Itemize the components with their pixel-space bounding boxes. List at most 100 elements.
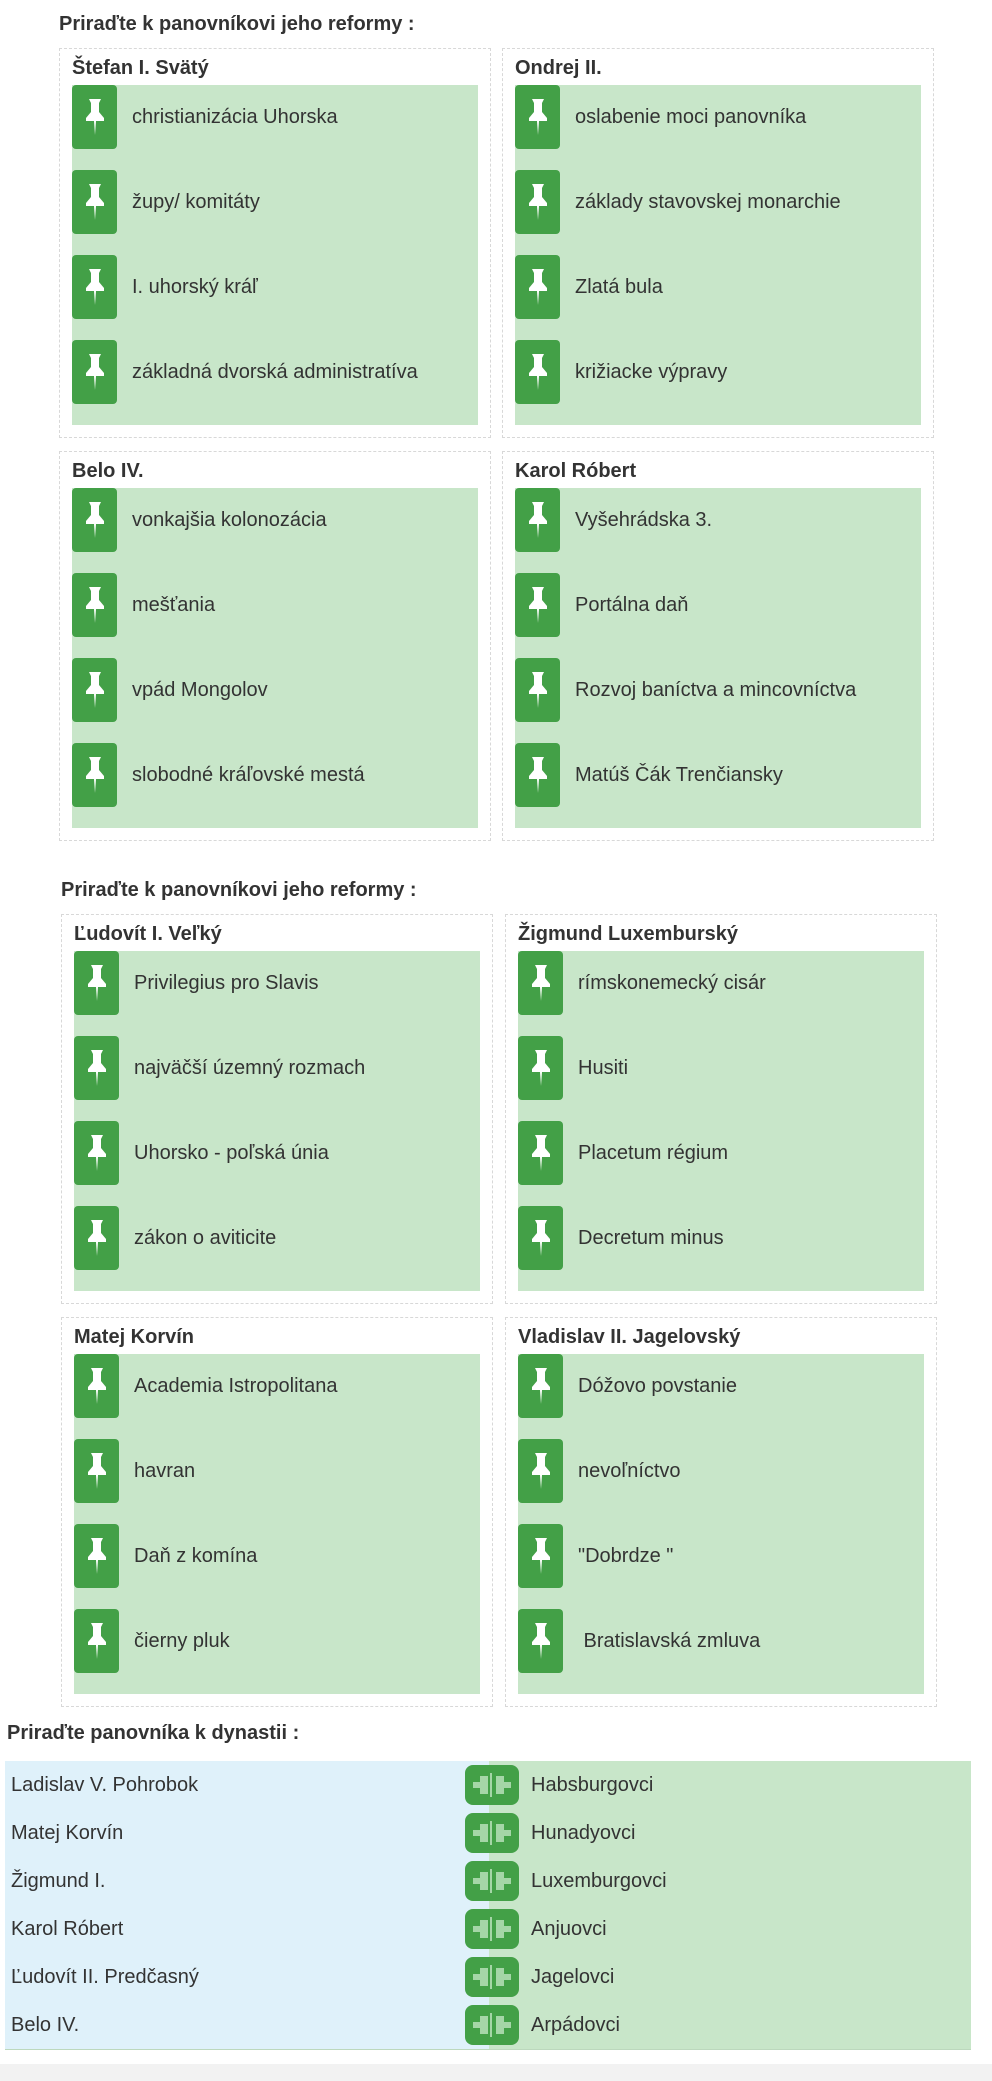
list-item[interactable]: slobodné kráľovské mestá	[72, 743, 478, 807]
drop-zone[interactable]: rímskonemecký cisár Husiti Placetum régi…	[518, 951, 924, 1291]
drop-zone[interactable]: Vyšehrádska 3. Portálna daň Rozvoj baníc…	[515, 488, 921, 828]
list-item[interactable]: Placetum régium	[518, 1121, 924, 1185]
table-row[interactable]: Karol Róbert Anjuovci	[5, 1905, 971, 1954]
list-item[interactable]: "Dobrdze "	[518, 1524, 924, 1588]
item-label: čierny pluk	[134, 1630, 230, 1652]
ruler-name: Ľudovít II. Predčasný	[11, 1966, 199, 1988]
pin-icon[interactable]	[515, 658, 560, 722]
drop-zone[interactable]: christianizácia Uhorska župy/ komitáty I…	[72, 85, 478, 425]
pin-icon[interactable]	[72, 85, 117, 149]
drop-zone[interactable]: Privilegius pro Slavis najväčší územný r…	[74, 951, 480, 1291]
pin-icon[interactable]	[72, 340, 117, 404]
table-row[interactable]: Ľudovít II. Predčasný Jagelovci	[5, 1953, 971, 2002]
list-item[interactable]: základná dvorská administratíva	[72, 340, 478, 404]
list-item[interactable]: oslabenie moci panovníka	[515, 85, 921, 149]
group-matej: Matej Korvín Academia Istropolitana havr…	[61, 1317, 493, 1707]
list-item[interactable]: Academia Istropolitana	[74, 1354, 480, 1418]
list-item[interactable]: Rozvoj baníctva a mincovníctva	[515, 658, 921, 722]
pin-icon[interactable]	[74, 1121, 119, 1185]
pin-icon[interactable]	[518, 951, 563, 1015]
list-item[interactable]: Uhorsko - poľská únia	[74, 1121, 480, 1185]
item-label: Placetum régium	[578, 1142, 729, 1164]
pin-icon[interactable]	[515, 340, 560, 404]
pin-icon[interactable]	[515, 85, 560, 149]
pin-icon[interactable]	[74, 1206, 119, 1270]
list-item[interactable]: čierny pluk	[74, 1609, 480, 1673]
pin-icon[interactable]	[518, 1036, 563, 1100]
item-label: Privilegius pro Slavis	[134, 972, 319, 994]
pin-icon[interactable]	[518, 1524, 563, 1588]
plug-icon[interactable]	[465, 1813, 519, 1853]
pin-icon[interactable]	[515, 743, 560, 807]
plug-icon[interactable]	[465, 1861, 519, 1901]
pin-icon[interactable]	[74, 1439, 119, 1503]
list-item[interactable]: Decretum minus	[518, 1206, 924, 1270]
pin-icon[interactable]	[518, 1206, 563, 1270]
list-item[interactable]: Husiti	[518, 1036, 924, 1100]
drop-zone[interactable]: vonkajšia kolonozácia mešťania vpád Mong…	[72, 488, 478, 828]
pin-icon[interactable]	[518, 1609, 563, 1673]
pin-icon[interactable]	[72, 255, 117, 319]
drop-zone[interactable]: Academia Istropolitana havran Daň z komí…	[74, 1354, 480, 1694]
list-item[interactable]: Vyšehrádska 3.	[515, 488, 921, 552]
list-item[interactable]: Daň z komína	[74, 1524, 480, 1588]
pin-icon[interactable]	[74, 1524, 119, 1588]
list-item[interactable]: najväčší územný rozmach	[74, 1036, 480, 1100]
pin-icon[interactable]	[72, 573, 117, 637]
plug-icon[interactable]	[465, 2005, 519, 2045]
list-item[interactable]: Dóžovo povstanie	[518, 1354, 924, 1418]
list-item[interactable]: Privilegius pro Slavis	[74, 951, 480, 1015]
pin-icon[interactable]	[518, 1439, 563, 1503]
pin-icon[interactable]	[515, 488, 560, 552]
drop-zone[interactable]: Dóžovo povstanie nevoľníctvo "Dobrdze " …	[518, 1354, 924, 1694]
item-label: Zlatá bula	[575, 276, 663, 298]
drop-zone[interactable]: oslabenie moci panovníka základy stavovs…	[515, 85, 921, 425]
pin-icon[interactable]	[74, 1609, 119, 1673]
list-item[interactable]: župy/ komitáty	[72, 170, 478, 234]
pin-icon[interactable]	[72, 743, 117, 807]
pin-icon[interactable]	[518, 1354, 563, 1418]
plug-icon[interactable]	[465, 1765, 519, 1805]
list-item[interactable]: mešťania	[72, 573, 478, 637]
table-row[interactable]: Belo IV. Arpádovci	[5, 2001, 971, 2050]
item-label: slobodné kráľovské mestá	[132, 764, 365, 786]
list-item[interactable]: nevoľníctvo	[518, 1439, 924, 1503]
list-item[interactable]: christianizácia Uhorska	[72, 85, 478, 149]
list-item[interactable]: Bratislavská zmluva	[518, 1609, 924, 1673]
pin-icon[interactable]	[515, 170, 560, 234]
group-name: Žigmund Luxemburský	[518, 923, 739, 945]
list-item[interactable]: križiacke výpravy	[515, 340, 921, 404]
plug-icon[interactable]	[465, 1957, 519, 1997]
list-item[interactable]: I. uhorský kráľ	[72, 255, 478, 319]
item-label: Decretum minus	[578, 1227, 724, 1249]
pin-icon[interactable]	[515, 255, 560, 319]
list-item[interactable]: zákon o aviticite	[74, 1206, 480, 1270]
list-item[interactable]: Portálna daň	[515, 573, 921, 637]
list-item[interactable]: vonkajšia kolonozácia	[72, 488, 478, 552]
dynasty-name: Hunadyovci	[531, 1822, 636, 1844]
table-row[interactable]: Matej Korvín Hunadyovci	[5, 1809, 971, 1858]
list-item[interactable]: základy stavovskej monarchie	[515, 170, 921, 234]
pin-icon[interactable]	[518, 1121, 563, 1185]
table-row[interactable]: Žigmund I. Luxemburgovci	[5, 1857, 971, 1906]
plug-icon[interactable]	[465, 1909, 519, 1949]
dynasty-name: Luxemburgovci	[531, 1870, 667, 1892]
pin-icon[interactable]	[72, 170, 117, 234]
group-name: Belo IV.	[72, 460, 144, 482]
list-item[interactable]: Matúš Čák Trenčiansky	[515, 743, 921, 807]
pin-icon[interactable]	[74, 1354, 119, 1418]
item-label: oslabenie moci panovníka	[575, 106, 807, 128]
list-item[interactable]: rímskonemecký cisár	[518, 951, 924, 1015]
pin-icon[interactable]	[515, 573, 560, 637]
item-label: zákon o aviticite	[134, 1227, 277, 1249]
pin-icon[interactable]	[74, 1036, 119, 1100]
table-row[interactable]: Ladislav V. Pohrobok Habsburgovci	[5, 1761, 971, 1810]
pin-icon[interactable]	[72, 488, 117, 552]
item-label: Daň z komína	[134, 1545, 258, 1567]
pin-icon[interactable]	[74, 951, 119, 1015]
list-item[interactable]: Zlatá bula	[515, 255, 921, 319]
list-item[interactable]: havran	[74, 1439, 480, 1503]
group-name: Ondrej II.	[515, 57, 602, 79]
pin-icon[interactable]	[72, 658, 117, 722]
list-item[interactable]: vpád Mongolov	[72, 658, 478, 722]
